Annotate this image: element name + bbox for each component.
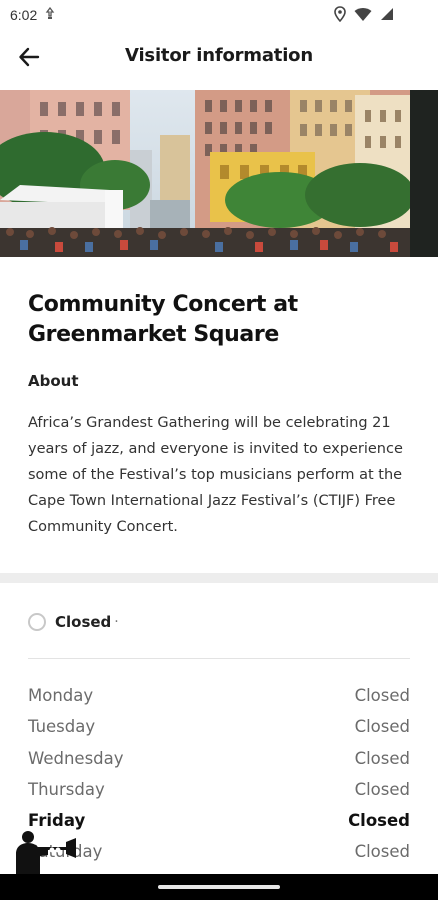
- hero-image: [0, 90, 438, 257]
- hours-divider: [28, 658, 410, 659]
- status-time: 6:02: [10, 7, 38, 23]
- trumpet-player-icon: [8, 828, 80, 876]
- day-label: Tuesday: [28, 717, 96, 737]
- hours-row-tuesday: Tuesday Closed: [28, 717, 410, 748]
- hours-value: Closed: [354, 842, 410, 862]
- hours-value: Closed: [354, 686, 410, 705]
- hours-row-monday: Monday Closed: [28, 686, 410, 717]
- status-indicator-icon: [28, 613, 46, 631]
- location-icon: [334, 6, 346, 22]
- event-title: Community Concert at Greenmarket Square: [28, 292, 298, 347]
- wifi-icon: [354, 7, 372, 22]
- home-gesture-handle[interactable]: [158, 885, 280, 889]
- hours-row-saturday: Saturday Closed: [28, 842, 410, 873]
- system-navigation-bar: [0, 874, 438, 900]
- event-info-card: Community Concert at Greenmarket Square …: [0, 258, 438, 576]
- day-label: Monday: [28, 686, 94, 705]
- notification-icon: [45, 6, 55, 23]
- cell-signal-icon: [380, 7, 394, 21]
- status-label: Closed: [55, 613, 112, 631]
- app-bar: Visitor information: [0, 30, 438, 88]
- about-text: Africa’s Grandest Gathering will be cele…: [28, 415, 403, 535]
- open-status[interactable]: Closed ·: [28, 613, 119, 631]
- hours-row-thursday: Thursday Closed: [28, 780, 410, 811]
- hours-value: Closed: [354, 779, 410, 799]
- status-separator: ·: [114, 614, 119, 630]
- hours-value: Closed: [348, 811, 410, 831]
- section-divider: [0, 573, 438, 583]
- status-bar: 6:02: [0, 0, 438, 30]
- status-icons: [334, 6, 394, 22]
- page-title: Visitor information: [125, 45, 313, 66]
- hours-row-wednesday: Wednesday Closed: [28, 749, 410, 780]
- hours-row-friday: Friday Closed: [28, 811, 410, 842]
- hours-list: Monday Closed Tuesday Closed Wednesday C…: [28, 686, 410, 874]
- day-label: Wednesday: [28, 748, 124, 768]
- about-heading: About: [28, 372, 79, 390]
- day-label: Thursday: [28, 779, 105, 799]
- hours-value: Closed: [354, 717, 410, 737]
- hours-value: Closed: [354, 748, 410, 768]
